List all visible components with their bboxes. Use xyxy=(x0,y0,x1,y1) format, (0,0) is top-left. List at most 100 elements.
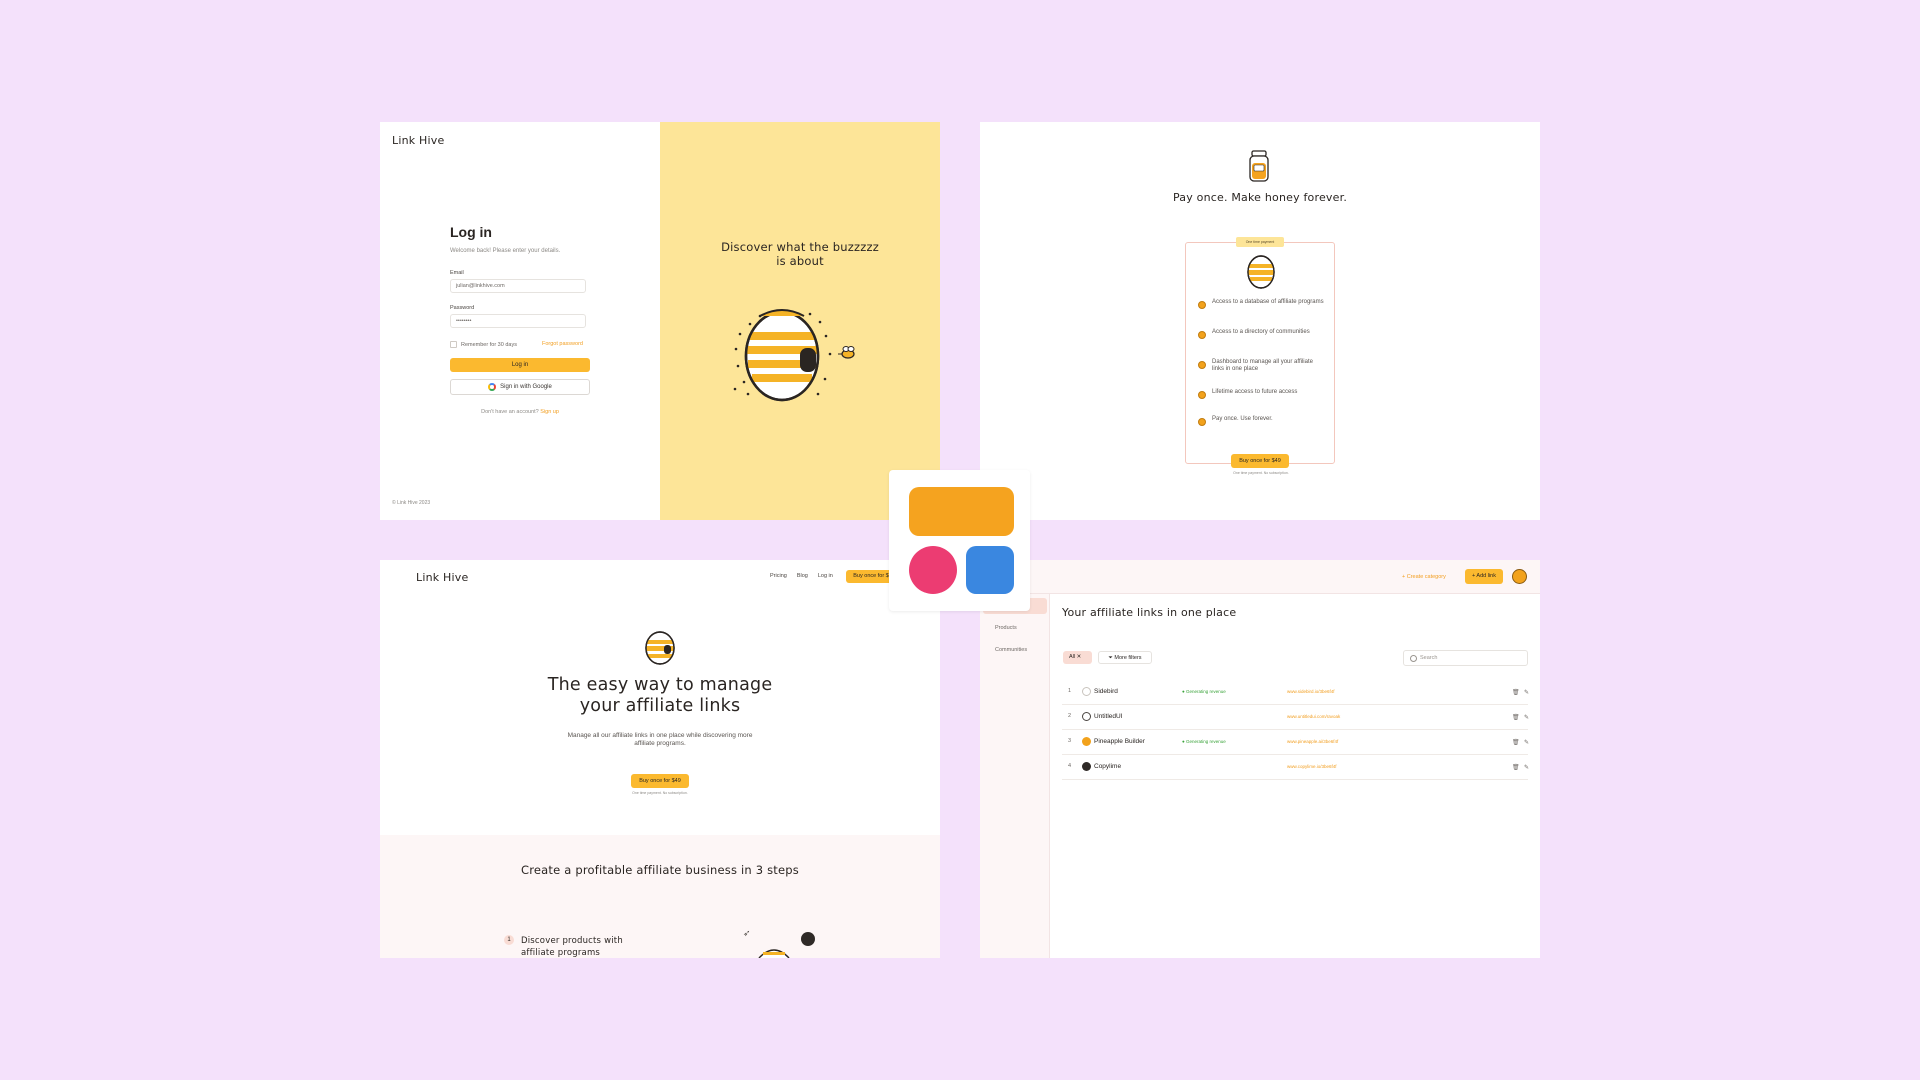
logo[interactable]: Link Hive xyxy=(392,134,444,147)
row-url[interactable]: www.copylime.io/3be6f4f xyxy=(1287,764,1337,769)
beehive-illustration xyxy=(733,309,855,402)
close-icon[interactable]: ✕ xyxy=(1077,654,1082,660)
trash-icon[interactable]: 🗑 xyxy=(1512,764,1520,771)
row-index: 4 xyxy=(1068,763,1072,769)
tagline-line-2: is about xyxy=(776,254,824,268)
pencil-icon[interactable]: ✎ xyxy=(1524,739,1529,746)
page-subtitle: Welcome back! Please enter your details. xyxy=(450,248,561,254)
hexagon-icon xyxy=(1198,361,1206,369)
no-account-text: Don't have an account? xyxy=(481,409,539,415)
sidebar-item-products[interactable]: Products xyxy=(983,620,1047,636)
forgot-password-link[interactable]: Forgot password xyxy=(542,341,583,347)
row-index: 3 xyxy=(1068,738,1072,744)
row-name: Sidebird xyxy=(1094,688,1118,695)
more-filters-label: More filters xyxy=(1114,655,1142,661)
table-row[interactable]: 3 Pineapple Builder ● Generating revenue… xyxy=(1062,729,1529,755)
dashboard-screenshot: e + Create category + Add link Links Pro… xyxy=(980,560,1540,958)
dashboard-header xyxy=(980,560,1540,594)
login-button[interactable]: Log in xyxy=(450,358,590,372)
landing-screenshot: Link Hive Pricing Blog Log in Buy once f… xyxy=(380,560,940,958)
orange-rounded-rect-icon xyxy=(909,487,1014,536)
beehive-icon xyxy=(645,631,675,665)
trash-icon[interactable]: 🗑 xyxy=(1512,739,1520,746)
row-name: Copylime xyxy=(1094,763,1122,770)
bird-icon: ➶ xyxy=(743,928,751,938)
nav-login[interactable]: Log in xyxy=(818,573,833,579)
add-link-button[interactable]: + Add link xyxy=(1465,569,1503,584)
remember-checkbox[interactable]: Remember for 30 days xyxy=(450,341,517,348)
hero-headline-line-1: The easy way to manage xyxy=(547,675,773,695)
step-text: Discover products with affiliate program… xyxy=(521,936,623,958)
search-icon xyxy=(1410,655,1417,662)
feature-text: Lifetime access to future access xyxy=(1212,389,1298,395)
search-input[interactable]: Search xyxy=(1403,650,1528,666)
hexagon-icon xyxy=(1198,301,1206,309)
hero-headline: The easy way to manage your affiliate li… xyxy=(380,675,940,717)
pricing-card: One time payment Access to a database of… xyxy=(1185,237,1335,475)
beehive-icon xyxy=(758,949,790,958)
password-field[interactable]: •••••••• xyxy=(450,314,586,328)
nav-pricing[interactable]: Pricing xyxy=(770,573,787,579)
avatar[interactable] xyxy=(1512,569,1527,584)
hexagon-icon xyxy=(1198,418,1206,426)
sidebar-item-communities[interactable]: Communities xyxy=(983,642,1047,658)
copylime-logo-icon xyxy=(1082,762,1091,771)
remember-label: Remember for 30 days xyxy=(461,341,517,348)
page-title: Log in xyxy=(450,224,492,240)
avatar-dot-icon xyxy=(801,932,815,946)
payment-badge: One time payment xyxy=(1236,237,1284,247)
sidebird-logo-icon xyxy=(1082,687,1091,696)
trash-icon[interactable]: 🗑 xyxy=(1512,714,1520,721)
row-url[interactable]: www.pineapple.ai/3be6f4f xyxy=(1287,739,1338,744)
feature-item: Pay once. Use forever. xyxy=(1198,416,1326,426)
buy-button[interactable]: Buy once for $49 xyxy=(1231,454,1289,468)
google-signin-label: Sign in with Google xyxy=(500,384,552,390)
email-label: Email xyxy=(450,270,464,276)
row-index: 1 xyxy=(1068,688,1072,694)
feature-item: Access to a database of affiliate progra… xyxy=(1198,299,1326,309)
feature-item: Access to a directory of communities xyxy=(1198,329,1326,339)
pencil-icon[interactable]: ✎ xyxy=(1524,764,1529,771)
honey-jar-icon xyxy=(1249,150,1269,182)
top-nav: Pricing Blog Log in xyxy=(770,573,833,579)
pencil-icon[interactable]: ✎ xyxy=(1524,714,1529,721)
steps-title: Create a profitable affiliate business i… xyxy=(521,863,799,877)
hero-buy-button[interactable]: Buy once for $49 xyxy=(631,774,689,788)
password-label: Password xyxy=(450,305,475,311)
logo[interactable]: Link Hive xyxy=(416,571,468,584)
copyright: © Link Hive 2023 xyxy=(392,500,431,506)
signup-prompt: Don't have an account? Sign up xyxy=(450,409,590,415)
payment-note: One time payment. No subscription. xyxy=(1233,471,1289,475)
nav-blog[interactable]: Blog xyxy=(797,573,808,579)
row-url[interactable]: www.untitledui.com/ravoak xyxy=(1287,714,1340,719)
pricing-headline: Pay once. Make honey forever. xyxy=(1172,191,1348,204)
google-icon xyxy=(488,383,497,391)
hexagon-icon xyxy=(1198,331,1206,339)
email-field[interactable]: julian@linkhive.com xyxy=(450,279,586,293)
sidebar: Links Products Communities xyxy=(980,594,1050,958)
row-name: Pineapple Builder xyxy=(1094,738,1145,745)
row-name: UntitledUI xyxy=(1094,713,1123,720)
blue-rounded-square-icon xyxy=(966,546,1014,594)
tagline-line-1: Discover what the buzzzzz xyxy=(721,240,879,254)
feature-text: Access to a database of affiliate progra… xyxy=(1212,299,1324,305)
untitledui-logo-icon xyxy=(1082,712,1091,721)
feature-text: Dashboard to manage all your affiliate l… xyxy=(1212,359,1313,372)
table-row[interactable]: 1 Sidebird ● Generating revenue www.side… xyxy=(1062,679,1529,705)
feature-text: Access to a directory of communities xyxy=(1212,329,1310,335)
signup-link[interactable]: Sign up xyxy=(540,409,559,415)
more-filters-button[interactable]: ⏷ More filters xyxy=(1098,651,1152,664)
hero-headline-line-2: your affiliate links xyxy=(579,696,741,716)
filter-all-label: All xyxy=(1069,654,1076,660)
row-url[interactable]: www.sidebird.io/3be6f4f xyxy=(1287,689,1335,694)
pencil-icon[interactable]: ✎ xyxy=(1524,689,1529,696)
create-category-button[interactable]: + Create category xyxy=(1402,574,1446,580)
google-signin-button[interactable]: Sign in with Google xyxy=(450,379,590,395)
filter-all-chip[interactable]: All ✕ xyxy=(1063,651,1092,664)
table-row[interactable]: 4 Copylime www.copylime.io/3be6f4f 🗑 ✎ xyxy=(1062,754,1529,780)
checkbox-icon[interactable] xyxy=(450,341,457,348)
table-row[interactable]: 2 UntitledUI www.untitledui.com/ravoak 🗑… xyxy=(1062,704,1529,730)
trash-icon[interactable]: 🗑 xyxy=(1512,689,1520,696)
feature-item: Lifetime access to future access xyxy=(1198,389,1326,399)
status-badge: ● Generating revenue xyxy=(1182,689,1226,694)
